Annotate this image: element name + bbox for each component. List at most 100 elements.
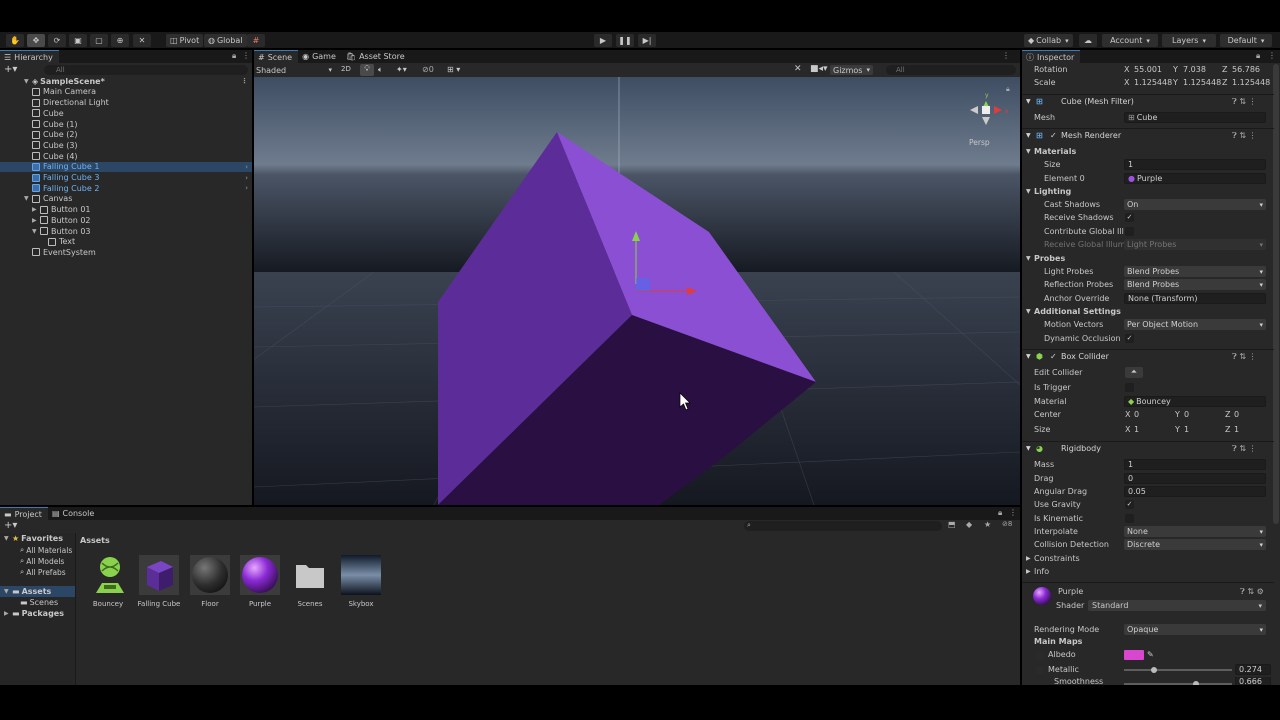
account-dropdown[interactable]: Account (1102, 34, 1158, 47)
rendering-mode-dropdown[interactable]: Opaque (1124, 624, 1266, 635)
scene-menu-icon[interactable]: ⋮ (241, 77, 248, 85)
motion-vectors-dropdown[interactable]: Per Object Motion (1124, 319, 1266, 330)
edit-collider-button[interactable]: ⏶ (1125, 367, 1143, 378)
asset-bouncey[interactable]: Bouncey (84, 555, 132, 608)
persp-label[interactable]: Persp (969, 138, 990, 147)
smoothness-field[interactable]: 0.666 (1235, 677, 1271, 685)
step-button[interactable]: ▶| (638, 34, 656, 47)
project-breadcrumb[interactable]: Assets (80, 536, 110, 545)
hierarchy-item[interactable]: ▶ Button 02 (0, 215, 252, 226)
cast-shadows-dropdown[interactable]: On (1124, 199, 1266, 210)
reflection-probes-dropdown[interactable]: Blend Probes (1124, 279, 1266, 290)
smoothness-slider-thumb[interactable] (1192, 681, 1199, 685)
fold-down-icon[interactable]: ▼ (24, 78, 32, 85)
cloud-button[interactable]: ☁ (1079, 34, 1097, 47)
pause-button[interactable]: ❚❚ (616, 34, 634, 47)
favorite-star-icon[interactable]: ★ (984, 520, 991, 529)
component-help-icon[interactable]: ❓︎ ⇅ ⋮ (1232, 97, 1257, 107)
collider-material-field[interactable]: ◆ Bouncey (1124, 396, 1266, 407)
contribute-gi-checkbox[interactable] (1125, 227, 1134, 236)
layers-dropdown[interactable]: Layers (1162, 34, 1216, 47)
project-lock-icon[interactable]: 🔒︎ (998, 508, 1002, 518)
tab-project[interactable]: ▬ Project (0, 507, 48, 520)
move-tool-button[interactable]: ✥ (27, 34, 45, 47)
hierarchy-item[interactable]: ▼ Button 03 (0, 226, 252, 237)
materials-size-field[interactable]: 1 (1124, 159, 1266, 170)
is-kinematic-checkbox[interactable] (1125, 514, 1134, 523)
receive-shadows-checkbox[interactable]: ✓ (1125, 213, 1134, 222)
mesh-filter-header[interactable]: ▼ ⊞ Cube (Mesh Filter) ❓︎ ⇅ ⋮ (1022, 94, 1274, 108)
hierarchy-item[interactable]: Falling Cube 1 › (0, 161, 252, 173)
favorite-all-prefabs[interactable]: ⌕ All Prefabs (20, 567, 66, 577)
scale-y-field[interactable]: 1.125448 (1183, 78, 1221, 87)
mesh-renderer-header[interactable]: ▼ ⊞ ✓ Mesh Renderer ❓︎ ⇅ ⋮ (1022, 128, 1274, 142)
favorite-all-materials[interactable]: ⌕ All Materials (20, 545, 72, 555)
mass-field[interactable]: 1 (1124, 459, 1266, 470)
asset-scenes[interactable]: Scenes (286, 555, 334, 608)
audio-toggle[interactable]: 🔈︎ (378, 65, 383, 75)
mesh-object-field[interactable]: ⊞ Cube (1124, 112, 1266, 123)
hierarchy-item[interactable]: ▶ Button 01 (0, 204, 252, 215)
anchor-override-field[interactable]: None (Transform) (1124, 293, 1266, 304)
hierarchy-item[interactable]: Main Camera (0, 87, 252, 98)
use-gravity-checkbox[interactable]: ✓ (1125, 500, 1134, 509)
hierarchy-item[interactable]: Cube (1) (0, 119, 252, 130)
hierarchy-item[interactable]: EventSystem (0, 247, 252, 258)
box-collider-header[interactable]: ▼ ⬢ ✓ Box Collider ❓︎ ⇅ ⋮ (1022, 349, 1274, 363)
asset-floor[interactable]: Floor (186, 555, 234, 608)
tab-game[interactable]: ◉ Game (298, 50, 342, 63)
enabled-checkbox[interactable]: ✓ (1050, 131, 1057, 140)
favorite-all-models[interactable]: ⌕ All Models (20, 556, 64, 566)
open-prefab-icon[interactable]: › (245, 184, 248, 192)
hidden-packages-badge[interactable]: ⊘8 (1002, 520, 1012, 528)
fold-down-icon[interactable]: ▼ (32, 228, 40, 235)
pivot-toggle[interactable]: ◫ Pivot (166, 34, 204, 47)
component-help-icon[interactable]: ❓︎ ⇅ ⋮ (1232, 444, 1257, 454)
rotation-z-field[interactable]: 56.786 (1232, 65, 1270, 74)
shader-dropdown[interactable]: Standard ▾ (1088, 600, 1266, 611)
constraints-foldout[interactable]: ▶ Constraints (1022, 552, 1274, 565)
hierarchy-item[interactable]: Cube (0, 108, 252, 119)
size-y-field[interactable]: 1 (1184, 425, 1220, 434)
light-probes-dropdown[interactable]: Blend Probes (1124, 266, 1266, 277)
metallic-slider-thumb[interactable] (1150, 667, 1157, 673)
center-x-field[interactable]: 0 (1134, 410, 1170, 419)
rotate-tool-button[interactable]: ⟳ (48, 34, 66, 47)
scene-viewport[interactable]: y x Persp 🔒︎ (254, 77, 1020, 505)
component-help-icon[interactable]: ❓︎ ⇅ ⋮ (1232, 131, 1257, 141)
2d-toggle[interactable]: 2D (341, 65, 351, 73)
tools-toggle[interactable]: ✕ (794, 64, 802, 74)
rotation-y-field[interactable]: 7.038 (1183, 65, 1221, 74)
materials-foldout[interactable]: ▼ Materials (1022, 145, 1274, 158)
filter-type-icon[interactable]: ⬒ (948, 520, 956, 529)
filter-label-icon[interactable]: ◆ (966, 520, 972, 529)
enabled-checkbox[interactable]: ✓ (1050, 352, 1057, 361)
additional-settings-foldout[interactable]: ▼ Additional Settings (1022, 305, 1274, 318)
shading-dropdown[interactable]: Shaded (256, 65, 332, 75)
camera-dropdown[interactable]: ■◂▾ (810, 64, 828, 74)
interpolate-dropdown[interactable]: None (1124, 526, 1266, 537)
center-y-field[interactable]: 0 (1184, 410, 1220, 419)
grid-dropdown[interactable]: ⊞ ▾ (447, 65, 460, 74)
hand-tool-button[interactable]: ✋ (6, 34, 24, 47)
hierarchy-item[interactable]: Text (0, 237, 252, 248)
play-button[interactable]: ▶ (594, 34, 612, 47)
hierarchy-item[interactable]: Cube (3) (0, 140, 252, 151)
fold-right-icon[interactable]: ▶ (32, 217, 40, 224)
scene-search-input[interactable] (886, 65, 1016, 75)
open-prefab-icon[interactable]: › (245, 163, 248, 171)
fold-down-icon[interactable]: ▼ (24, 195, 32, 202)
hierarchy-item[interactable]: Cube (2) (0, 130, 252, 141)
rotation-x-field[interactable]: 55.001 (1134, 65, 1172, 74)
is-trigger-checkbox[interactable] (1125, 383, 1134, 392)
scale-z-field[interactable]: 1.125448 (1232, 78, 1270, 87)
metallic-field[interactable]: 0.274 (1235, 664, 1271, 675)
scenes-folder-item[interactable]: ▬ Scenes (20, 598, 58, 607)
hierarchy-item[interactable]: Cube (4) (0, 151, 252, 162)
size-z-field[interactable]: 1 (1234, 425, 1270, 434)
drag-field[interactable]: 0 (1124, 473, 1266, 484)
inspector-lock-icon[interactable]: 🔒︎ (1256, 51, 1260, 61)
metallic-slider-track[interactable] (1124, 669, 1232, 671)
center-z-field[interactable]: 0 (1234, 410, 1270, 419)
create-asset-button[interactable]: +▾ (4, 520, 17, 531)
